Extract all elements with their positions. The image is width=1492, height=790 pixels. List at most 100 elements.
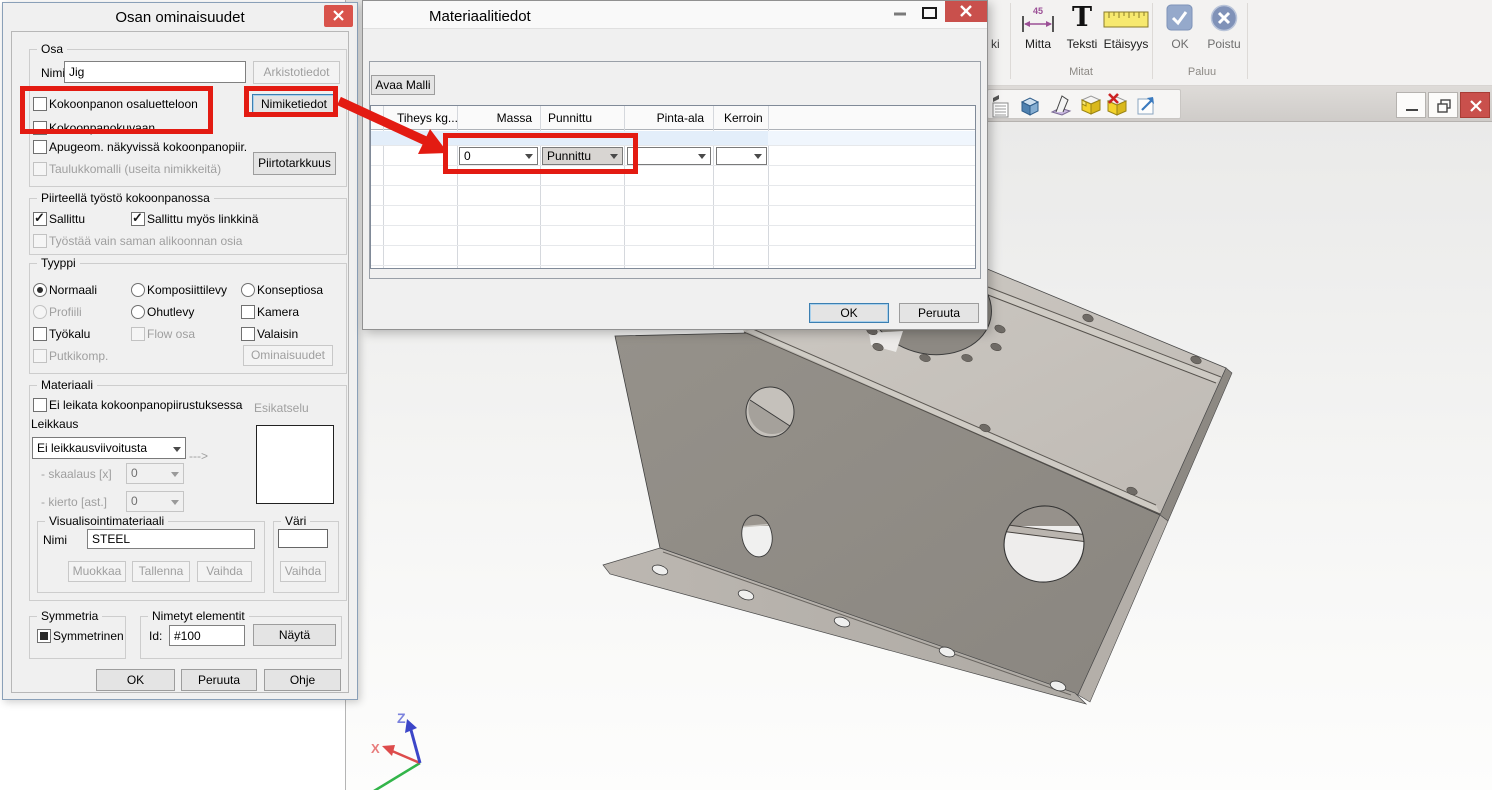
skaalaus-select[interactable]: 0	[126, 463, 184, 484]
tallenna-button[interactable]: Tallenna	[132, 561, 190, 582]
dialog-maximize-button[interactable]	[917, 1, 943, 25]
child-restore-button[interactable]	[1428, 92, 1458, 118]
annotation-box-nimiketiedot	[244, 86, 338, 117]
axis-triad-icon: X Z	[371, 710, 420, 790]
preview-arrow-label: --->	[189, 449, 208, 463]
dialog-title: Materiaalitiedot	[429, 8, 531, 25]
leikkaus-select[interactable]: Ei leikkausviivoitusta	[32, 437, 186, 459]
radio-komposiittilevy[interactable]	[131, 283, 145, 297]
kerroin-select[interactable]	[716, 147, 767, 165]
vari-vaihda-button[interactable]: Vaihda	[280, 561, 326, 582]
box-delete-icon[interactable]	[1104, 92, 1130, 118]
dialog-titlebar[interactable]: Materiaalitiedot	[363, 1, 987, 29]
sheet-bend-icon[interactable]	[1048, 92, 1074, 118]
annotation-box-dropdowns	[443, 133, 638, 174]
model-countersunk-hole	[746, 387, 794, 437]
radio-konseptiosa[interactable]	[241, 283, 255, 297]
radio-normaali[interactable]	[33, 283, 47, 297]
exit-icon	[1210, 4, 1238, 32]
checkbox-kamera[interactable]	[241, 305, 255, 319]
dropdown-chevron-icon	[698, 154, 706, 159]
ribbon-group-mitat: Mitat	[1058, 66, 1104, 78]
piirtotarkkuus-button[interactable]: Piirtotarkkuus	[253, 152, 336, 175]
checkbox-flow-osa[interactable]	[131, 327, 145, 341]
esikatselu-label: Esikatselu	[254, 401, 309, 415]
text-icon: T	[1072, 2, 1092, 33]
checkbox-valaisin[interactable]	[241, 327, 255, 341]
ribbon-separator	[1152, 3, 1153, 79]
column-header-punnittu[interactable]: Punnittu	[548, 111, 592, 125]
ribbon-group-paluu: Paluu	[1180, 66, 1224, 78]
ominaisuudet-button[interactable]: Ominaisuudet	[243, 345, 333, 366]
column-header-kerroin[interactable]: Kerroin	[724, 111, 763, 125]
checkbox-putkikomp[interactable]	[33, 349, 47, 363]
child-toolbar	[987, 89, 1181, 119]
checkbox-taulukkomalli[interactable]	[33, 162, 47, 176]
ruler-icon	[1103, 8, 1149, 30]
peruuta-button[interactable]: Peruuta	[899, 303, 979, 323]
radio-ohutlevy[interactable]	[131, 305, 145, 319]
annotation-box-checkboxes	[20, 86, 213, 134]
child-close-button[interactable]	[1460, 92, 1490, 118]
checkbox-sallittu-linkkina[interactable]	[131, 212, 145, 226]
checkbox-apugeom[interactable]	[33, 140, 47, 154]
close-icon	[945, 1, 987, 22]
box-icon[interactable]	[1078, 92, 1104, 118]
id-field[interactable]	[169, 625, 245, 646]
close-icon	[1461, 93, 1491, 119]
peruuta-button[interactable]: Peruuta	[181, 669, 257, 691]
muokkaa-button[interactable]: Muokkaa	[68, 561, 126, 582]
etaisyys-button[interactable]: Etäisyys	[1101, 2, 1151, 54]
visualisointi-nimi-field[interactable]	[87, 529, 255, 549]
column-header-tiheys[interactable]: Tiheys kg...	[397, 111, 458, 125]
radio-profiili[interactable]	[33, 305, 47, 319]
mitta-button[interactable]: 45 Mitta	[1016, 2, 1060, 54]
dropdown-chevron-icon	[171, 500, 179, 505]
dropdown-chevron-icon	[754, 154, 762, 159]
checkbox-tyokalu[interactable]	[33, 327, 47, 341]
checkbox-symmetrinen[interactable]	[37, 629, 51, 643]
ribbon-separator	[1010, 3, 1011, 79]
dialog-close-button[interactable]	[945, 1, 987, 22]
axis-z-label: Z	[397, 710, 406, 726]
checkbox-tyosta-alikoonta[interactable]	[33, 234, 47, 248]
column-header-pinta-ala[interactable]: Pinta-ala	[624, 111, 704, 125]
ribbon-poistu-button[interactable]: Poistu	[1202, 2, 1246, 54]
checkbox-sallittu[interactable]	[33, 212, 47, 226]
dialog-minimize-button[interactable]	[887, 1, 913, 25]
nayta-button[interactable]: Näytä	[253, 624, 336, 646]
ribbon-separator	[1247, 3, 1248, 79]
leikkaus-label: Leikkaus	[31, 417, 78, 431]
vaihda-button[interactable]: Vaihda	[197, 561, 252, 582]
nimi-field[interactable]	[64, 61, 246, 83]
column-header-massa[interactable]: Massa	[457, 111, 532, 125]
maximize-icon	[917, 1, 943, 25]
ribbon: ki 45 Mitta T Teksti Etäisyys Mit	[988, 0, 1492, 86]
child-window-titlebar	[988, 86, 1492, 122]
dialog-title: Osan ominaisuudet	[3, 9, 357, 26]
child-minimize-button[interactable]	[1396, 92, 1426, 118]
kierto-select[interactable]: 0	[126, 491, 184, 512]
arkistotiedot-button[interactable]: Arkistotiedot	[253, 61, 340, 84]
teksti-button[interactable]: T Teksti	[1060, 2, 1104, 54]
minimize-icon	[1397, 93, 1427, 119]
view-export-icon[interactable]	[1134, 92, 1160, 118]
checkbox-ei-leikata[interactable]	[33, 398, 47, 412]
close-icon	[324, 5, 353, 27]
dialog-close-button[interactable]	[324, 5, 353, 27]
part-icon[interactable]	[1018, 92, 1044, 118]
svg-text:45: 45	[1033, 6, 1043, 16]
ribbon-partial-button-label[interactable]: ki	[991, 37, 1000, 51]
pinta-ala-select[interactable]	[627, 147, 711, 165]
ok-button[interactable]: OK	[96, 669, 175, 691]
vari-swatch[interactable]	[278, 529, 328, 548]
ok-button[interactable]: OK	[809, 303, 889, 323]
document-list-icon[interactable]	[990, 91, 1012, 119]
ohje-button[interactable]: Ohje	[264, 669, 341, 691]
ribbon-ok-button[interactable]: OK	[1166, 2, 1194, 54]
axis-x-label: X	[371, 741, 380, 756]
dimension-icon: 45	[1019, 4, 1057, 34]
dropdown-chevron-icon	[173, 447, 181, 452]
dropdown-chevron-icon	[171, 472, 179, 477]
table-row-selected-tail	[768, 131, 975, 145]
